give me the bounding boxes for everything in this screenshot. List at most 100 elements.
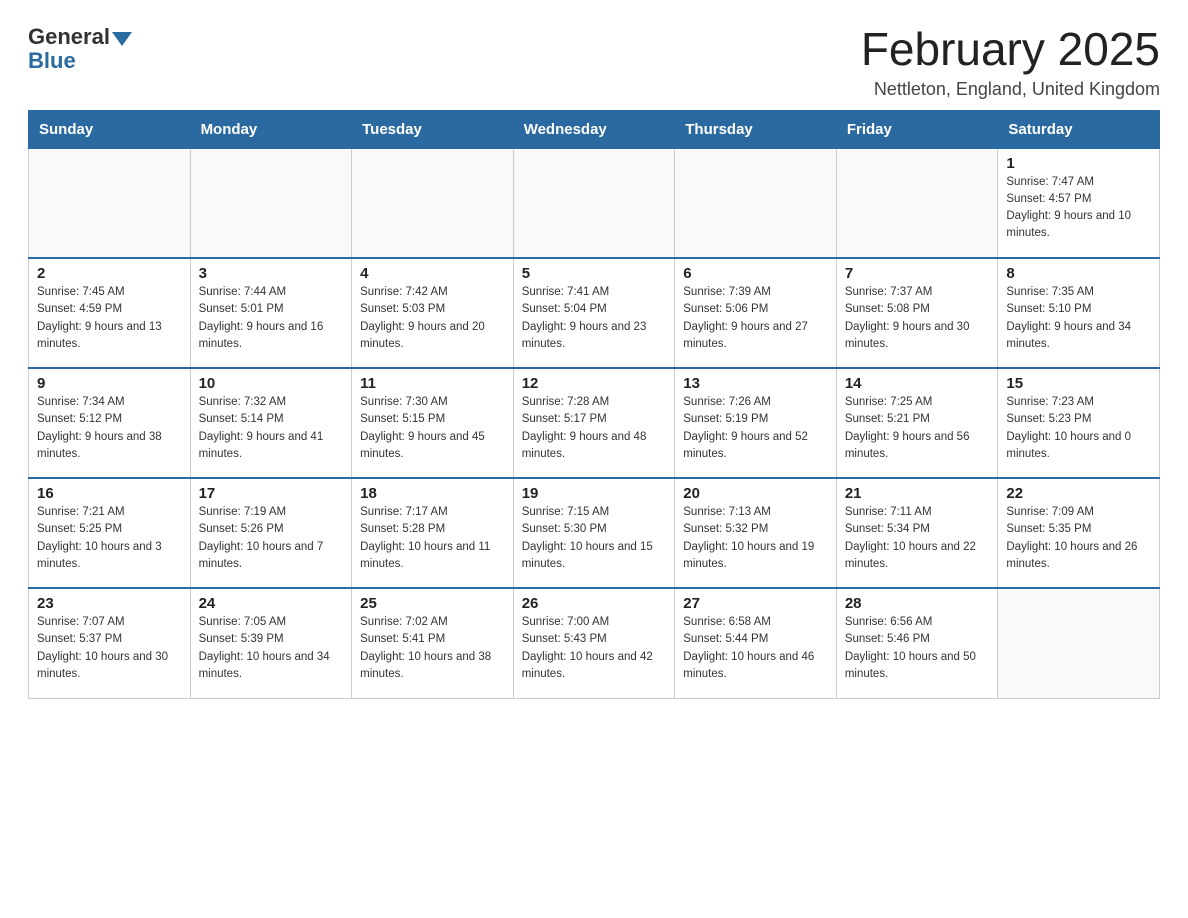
day-info: Sunrise: 6:58 AMSunset: 5:44 PMDaylight:… bbox=[683, 614, 828, 683]
day-info: Sunrise: 7:47 AMSunset: 4:57 PMDaylight:… bbox=[1006, 174, 1151, 243]
day-cell-2-2: 11Sunrise: 7:30 AMSunset: 5:15 PMDayligh… bbox=[352, 368, 514, 478]
logo-general-label: General bbox=[28, 24, 110, 50]
day-cell-4-4: 27 Sunrise: 6:58 AMSunset: 5:44 PMDayligh… bbox=[675, 588, 837, 698]
day-number: 16 bbox=[37, 485, 182, 502]
day-cell-3-3: 19 Sunrise: 7:15 AMSunset: 5:30 PMDayligh… bbox=[513, 478, 675, 588]
day-cell-3-4: 20Sunrise: 7:13 AMSunset: 5:32 PMDayligh… bbox=[675, 478, 837, 588]
calendar-table: Sunday Monday Tuesday Wednesday Thursday… bbox=[28, 110, 1160, 699]
day-cell-2-5: 14 Sunrise: 7:25 AMSunset: 5:21 PMDayligh… bbox=[836, 368, 998, 478]
day-info: Sunrise: 7:15 AMSunset: 5:30 PMDaylight:… bbox=[522, 504, 667, 573]
day-cell-0-3 bbox=[513, 148, 675, 258]
weekday-header-row: Sunday Monday Tuesday Wednesday Thursday… bbox=[29, 110, 1160, 148]
day-cell-4-0: 23 Sunrise: 7:07 AMSunset: 5:37 PMDayligh… bbox=[29, 588, 191, 698]
day-number: 8 bbox=[1006, 265, 1151, 282]
day-info: Sunrise: 7:00 AMSunset: 5:43 PMDaylight:… bbox=[522, 614, 667, 683]
day-info: Sunrise: 7:21 AMSunset: 5:25 PMDaylight:… bbox=[37, 504, 182, 573]
day-number: 6 bbox=[683, 265, 828, 282]
logo-blue-text: Blue bbox=[28, 48, 76, 74]
day-cell-0-5 bbox=[836, 148, 998, 258]
day-cell-0-4 bbox=[675, 148, 837, 258]
day-number: 21 bbox=[845, 485, 990, 502]
day-number: 23 bbox=[37, 595, 182, 612]
day-number: 14 bbox=[845, 375, 990, 392]
day-info: Sunrise: 7:25 AMSunset: 5:21 PMDaylight:… bbox=[845, 394, 990, 463]
day-info: Sunrise: 7:35 AMSunset: 5:10 PMDaylight:… bbox=[1006, 284, 1151, 353]
day-number: 15 bbox=[1006, 375, 1151, 392]
day-info: Sunrise: 7:39 AMSunset: 5:06 PMDaylight:… bbox=[683, 284, 828, 353]
location-title: Nettleton, England, United Kingdom bbox=[861, 79, 1160, 100]
day-cell-1-0: 2Sunrise: 7:45 AMSunset: 4:59 PMDaylight… bbox=[29, 258, 191, 368]
day-info: Sunrise: 7:13 AMSunset: 5:32 PMDaylight:… bbox=[683, 504, 828, 573]
day-number: 7 bbox=[845, 265, 990, 282]
day-info: Sunrise: 7:42 AMSunset: 5:03 PMDaylight:… bbox=[360, 284, 505, 353]
logo-general-text: General bbox=[28, 24, 132, 50]
day-number: 26 bbox=[522, 595, 667, 612]
logo-arrow-icon bbox=[112, 32, 132, 46]
day-cell-4-6 bbox=[998, 588, 1160, 698]
day-cell-2-3: 12 Sunrise: 7:28 AMSunset: 5:17 PMDayligh… bbox=[513, 368, 675, 478]
day-number: 5 bbox=[522, 265, 667, 282]
day-info: Sunrise: 7:02 AMSunset: 5:41 PMDaylight:… bbox=[360, 614, 505, 683]
header-monday: Monday bbox=[190, 110, 352, 148]
day-cell-1-2: 4Sunrise: 7:42 AMSunset: 5:03 PMDaylight… bbox=[352, 258, 514, 368]
day-number: 1 bbox=[1006, 155, 1151, 172]
day-info: Sunrise: 7:37 AMSunset: 5:08 PMDaylight:… bbox=[845, 284, 990, 353]
day-info: Sunrise: 7:23 AMSunset: 5:23 PMDaylight:… bbox=[1006, 394, 1151, 463]
header-tuesday: Tuesday bbox=[352, 110, 514, 148]
day-cell-3-5: 21 Sunrise: 7:11 AMSunset: 5:34 PMDayligh… bbox=[836, 478, 998, 588]
day-cell-3-1: 17Sunrise: 7:19 AMSunset: 5:26 PMDayligh… bbox=[190, 478, 352, 588]
day-number: 13 bbox=[683, 375, 828, 392]
day-number: 2 bbox=[37, 265, 182, 282]
week-row-0: 1 Sunrise: 7:47 AMSunset: 4:57 PMDaylight… bbox=[29, 148, 1160, 258]
title-area: February 2025 Nettleton, England, United… bbox=[861, 24, 1160, 100]
day-info: Sunrise: 7:11 AMSunset: 5:34 PMDaylight:… bbox=[845, 504, 990, 573]
day-number: 22 bbox=[1006, 485, 1151, 502]
week-row-1: 2Sunrise: 7:45 AMSunset: 4:59 PMDaylight… bbox=[29, 258, 1160, 368]
week-row-2: 9Sunrise: 7:34 AMSunset: 5:12 PMDaylight… bbox=[29, 368, 1160, 478]
day-cell-1-6: 8 Sunrise: 7:35 AMSunset: 5:10 PMDaylight… bbox=[998, 258, 1160, 368]
day-info: Sunrise: 7:05 AMSunset: 5:39 PMDaylight:… bbox=[199, 614, 344, 683]
day-cell-2-1: 10Sunrise: 7:32 AMSunset: 5:14 PMDayligh… bbox=[190, 368, 352, 478]
day-number: 25 bbox=[360, 595, 505, 612]
day-info: Sunrise: 6:56 AMSunset: 5:46 PMDaylight:… bbox=[845, 614, 990, 683]
header-thursday: Thursday bbox=[675, 110, 837, 148]
header-friday: Friday bbox=[836, 110, 998, 148]
day-info: Sunrise: 7:41 AMSunset: 5:04 PMDaylight:… bbox=[522, 284, 667, 353]
day-number: 24 bbox=[199, 595, 344, 612]
day-cell-4-2: 25 Sunrise: 7:02 AMSunset: 5:41 PMDayligh… bbox=[352, 588, 514, 698]
day-cell-1-4: 6 Sunrise: 7:39 AMSunset: 5:06 PMDaylight… bbox=[675, 258, 837, 368]
day-info: Sunrise: 7:19 AMSunset: 5:26 PMDaylight:… bbox=[199, 504, 344, 573]
week-row-4: 23 Sunrise: 7:07 AMSunset: 5:37 PMDayligh… bbox=[29, 588, 1160, 698]
day-cell-4-3: 26 Sunrise: 7:00 AMSunset: 5:43 PMDayligh… bbox=[513, 588, 675, 698]
month-title: February 2025 bbox=[861, 24, 1160, 75]
day-cell-3-6: 22 Sunrise: 7:09 AMSunset: 5:35 PMDayligh… bbox=[998, 478, 1160, 588]
day-cell-2-0: 9Sunrise: 7:34 AMSunset: 5:12 PMDaylight… bbox=[29, 368, 191, 478]
day-info: Sunrise: 7:28 AMSunset: 5:17 PMDaylight:… bbox=[522, 394, 667, 463]
day-number: 18 bbox=[360, 485, 505, 502]
day-cell-3-2: 18 Sunrise: 7:17 AMSunset: 5:28 PMDayligh… bbox=[352, 478, 514, 588]
header-saturday: Saturday bbox=[998, 110, 1160, 148]
week-row-3: 16 Sunrise: 7:21 AMSunset: 5:25 PMDayligh… bbox=[29, 478, 1160, 588]
day-number: 19 bbox=[522, 485, 667, 502]
day-cell-1-3: 5 Sunrise: 7:41 AMSunset: 5:04 PMDaylight… bbox=[513, 258, 675, 368]
day-info: Sunrise: 7:17 AMSunset: 5:28 PMDaylight:… bbox=[360, 504, 505, 573]
day-cell-4-1: 24 Sunrise: 7:05 AMSunset: 5:39 PMDayligh… bbox=[190, 588, 352, 698]
day-info: Sunrise: 7:26 AMSunset: 5:19 PMDaylight:… bbox=[683, 394, 828, 463]
day-cell-0-6: 1 Sunrise: 7:47 AMSunset: 4:57 PMDaylight… bbox=[998, 148, 1160, 258]
day-info: Sunrise: 7:44 AMSunset: 5:01 PMDaylight:… bbox=[199, 284, 344, 353]
day-cell-0-0 bbox=[29, 148, 191, 258]
day-info: Sunrise: 7:09 AMSunset: 5:35 PMDaylight:… bbox=[1006, 504, 1151, 573]
day-number: 28 bbox=[845, 595, 990, 612]
header-wednesday: Wednesday bbox=[513, 110, 675, 148]
day-cell-2-6: 15 Sunrise: 7:23 AMSunset: 5:23 PMDayligh… bbox=[998, 368, 1160, 478]
day-info: Sunrise: 7:07 AMSunset: 5:37 PMDaylight:… bbox=[37, 614, 182, 683]
day-number: 3 bbox=[199, 265, 344, 282]
day-number: 10 bbox=[199, 375, 344, 392]
header-sunday: Sunday bbox=[29, 110, 191, 148]
day-info: Sunrise: 7:30 AMSunset: 5:15 PMDaylight:… bbox=[360, 394, 505, 463]
day-cell-1-1: 3 Sunrise: 7:44 AMSunset: 5:01 PMDaylight… bbox=[190, 258, 352, 368]
day-cell-0-1 bbox=[190, 148, 352, 258]
day-info: Sunrise: 7:34 AMSunset: 5:12 PMDaylight:… bbox=[37, 394, 182, 463]
day-number: 12 bbox=[522, 375, 667, 392]
day-number: 27 bbox=[683, 595, 828, 612]
